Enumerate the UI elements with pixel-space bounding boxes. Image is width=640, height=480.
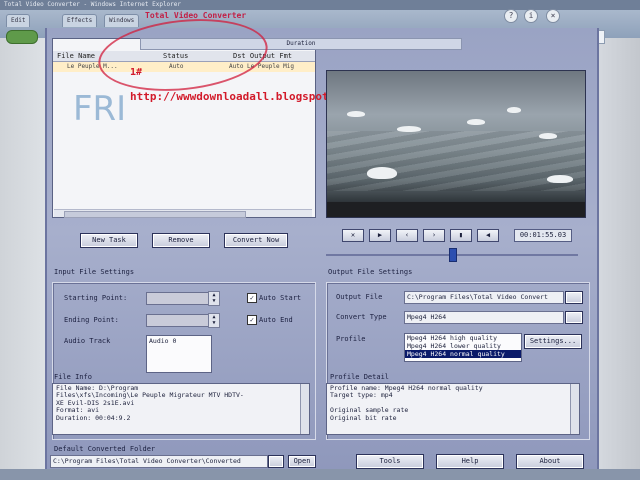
profile-detail-line: Original bit rate — [330, 413, 397, 422]
rewind-button[interactable]: ◀ — [477, 229, 499, 242]
audio-track-label: Audio Track — [64, 337, 111, 345]
video-letterbox — [327, 202, 585, 217]
output-settings-title: Output File Settings — [328, 268, 413, 276]
video-water — [327, 131, 585, 191]
default-folder-input[interactable]: C:\Program Files\Total Video Converter\C… — [50, 455, 268, 468]
scrollbar-thumb[interactable] — [64, 211, 246, 218]
file-info-scrollbar[interactable] — [300, 384, 309, 434]
menu-edit[interactable]: Edit — [6, 14, 31, 27]
tools-button[interactable]: Tools — [356, 454, 424, 469]
video-bird — [467, 119, 485, 125]
time-display: 00:01:55.03 — [514, 229, 572, 242]
output-file-label: Output File — [336, 293, 383, 301]
file-info-line: Duration: 00:04:9.2 — [56, 413, 131, 422]
taskbar — [0, 469, 640, 480]
auto-end-checkbox[interactable]: ✓ — [247, 315, 257, 325]
ending-point-label: Ending Point: — [64, 316, 119, 324]
convert-now-button[interactable]: Convert Now — [224, 233, 288, 248]
open-button[interactable]: Open — [288, 455, 316, 468]
help-button[interactable]: Help — [436, 454, 504, 469]
profile-detail-label: Profile Detail — [330, 373, 390, 381]
help-icon[interactable]: ? — [504, 9, 518, 23]
audio-track-item[interactable]: Audio 0 — [147, 336, 211, 346]
browser-title-bar: Total Video Converter - Windows Internet… — [0, 0, 640, 10]
video-bird — [507, 107, 521, 113]
output-file-input[interactable]: C:\Program Files\Total Video Convert — [404, 291, 564, 304]
browser-window-title: Total Video Converter - Windows Internet… — [4, 1, 182, 8]
auto-end-label: Auto End — [259, 316, 293, 324]
settings-button[interactable]: Settings... — [524, 334, 582, 349]
overlay-url: http://wwwdownloadall.blogspot.com — [130, 90, 356, 103]
convert-type-label: Convert Type — [336, 313, 387, 321]
annotation-marker: 1# — [130, 67, 143, 78]
new-task-button[interactable]: New Task — [80, 233, 138, 248]
video-bird — [347, 111, 365, 117]
profile-item[interactable]: Mpeg4 H264 high quality — [405, 334, 521, 342]
profile-detail-textarea[interactable]: Profile name: Mpeg4 H264 normal quality … — [326, 383, 580, 435]
profile-detail-line: Target type: mp4 — [330, 391, 393, 400]
auto-start-label: Auto Start — [259, 294, 302, 302]
video-bird — [397, 126, 421, 132]
profile-item[interactable]: Mpeg4 H264 lower quality — [405, 342, 521, 350]
profile-label: Profile — [336, 335, 366, 343]
close-icon[interactable]: × — [546, 9, 560, 23]
default-folder-label: Default Converted Folder — [54, 445, 156, 453]
next-frame-button[interactable]: › — [423, 229, 445, 242]
video-bird — [547, 175, 573, 183]
ending-point-spinner[interactable]: ▲ ▼ — [208, 313, 220, 328]
horizontal-scrollbar[interactable] — [54, 209, 312, 218]
menu-windows[interactable]: Windows — [104, 14, 140, 27]
stop-button[interactable]: ✕ — [342, 229, 364, 242]
profile-list[interactable]: Mpeg4 H264 high quality Mpeg4 H264 lower… — [404, 333, 522, 362]
profile-item-selected[interactable]: Mpeg4 H264 normal quality — [405, 350, 521, 358]
about-button[interactable]: About — [516, 454, 584, 469]
ending-point-input[interactable] — [146, 314, 210, 327]
profile-detail-scrollbar[interactable] — [570, 384, 579, 434]
starting-point-label: Starting Point: — [64, 294, 128, 302]
file-info-textarea[interactable]: File Name: D:\Program Files\xfs\Incoming… — [52, 383, 310, 435]
video-bird — [367, 167, 397, 179]
starting-point-input[interactable] — [146, 292, 210, 305]
starting-point-spinner[interactable]: ▲ ▼ — [208, 291, 220, 306]
auto-start-checkbox[interactable]: ✓ — [247, 293, 257, 303]
menu-effects[interactable]: Effects — [62, 14, 98, 27]
convert-type-select[interactable]: Mpeg4 H264 — [404, 311, 564, 324]
file-info-label: File Info — [54, 373, 92, 381]
convert-type-dropdown-button[interactable] — [565, 311, 583, 324]
remove-button[interactable]: Remove — [152, 233, 210, 248]
input-settings-title: Input File Settings — [54, 268, 135, 276]
watermark-text: FRI — [73, 89, 127, 129]
play-button[interactable]: ▶ — [369, 229, 391, 242]
video-bird — [539, 133, 557, 139]
audio-track-list[interactable]: Audio 0 — [146, 335, 212, 373]
info-icon[interactable]: i — [524, 9, 538, 23]
seek-slider-thumb[interactable] — [449, 248, 457, 262]
back-button[interactable] — [6, 30, 38, 44]
video-preview — [326, 70, 586, 218]
browse-folder-button[interactable] — [268, 455, 284, 468]
column-file-name[interactable]: File Name — [57, 52, 95, 60]
mark-button[interactable]: ▮ — [450, 229, 472, 242]
prev-frame-button[interactable]: ‹ — [396, 229, 418, 242]
browse-output-button[interactable] — [565, 291, 583, 304]
